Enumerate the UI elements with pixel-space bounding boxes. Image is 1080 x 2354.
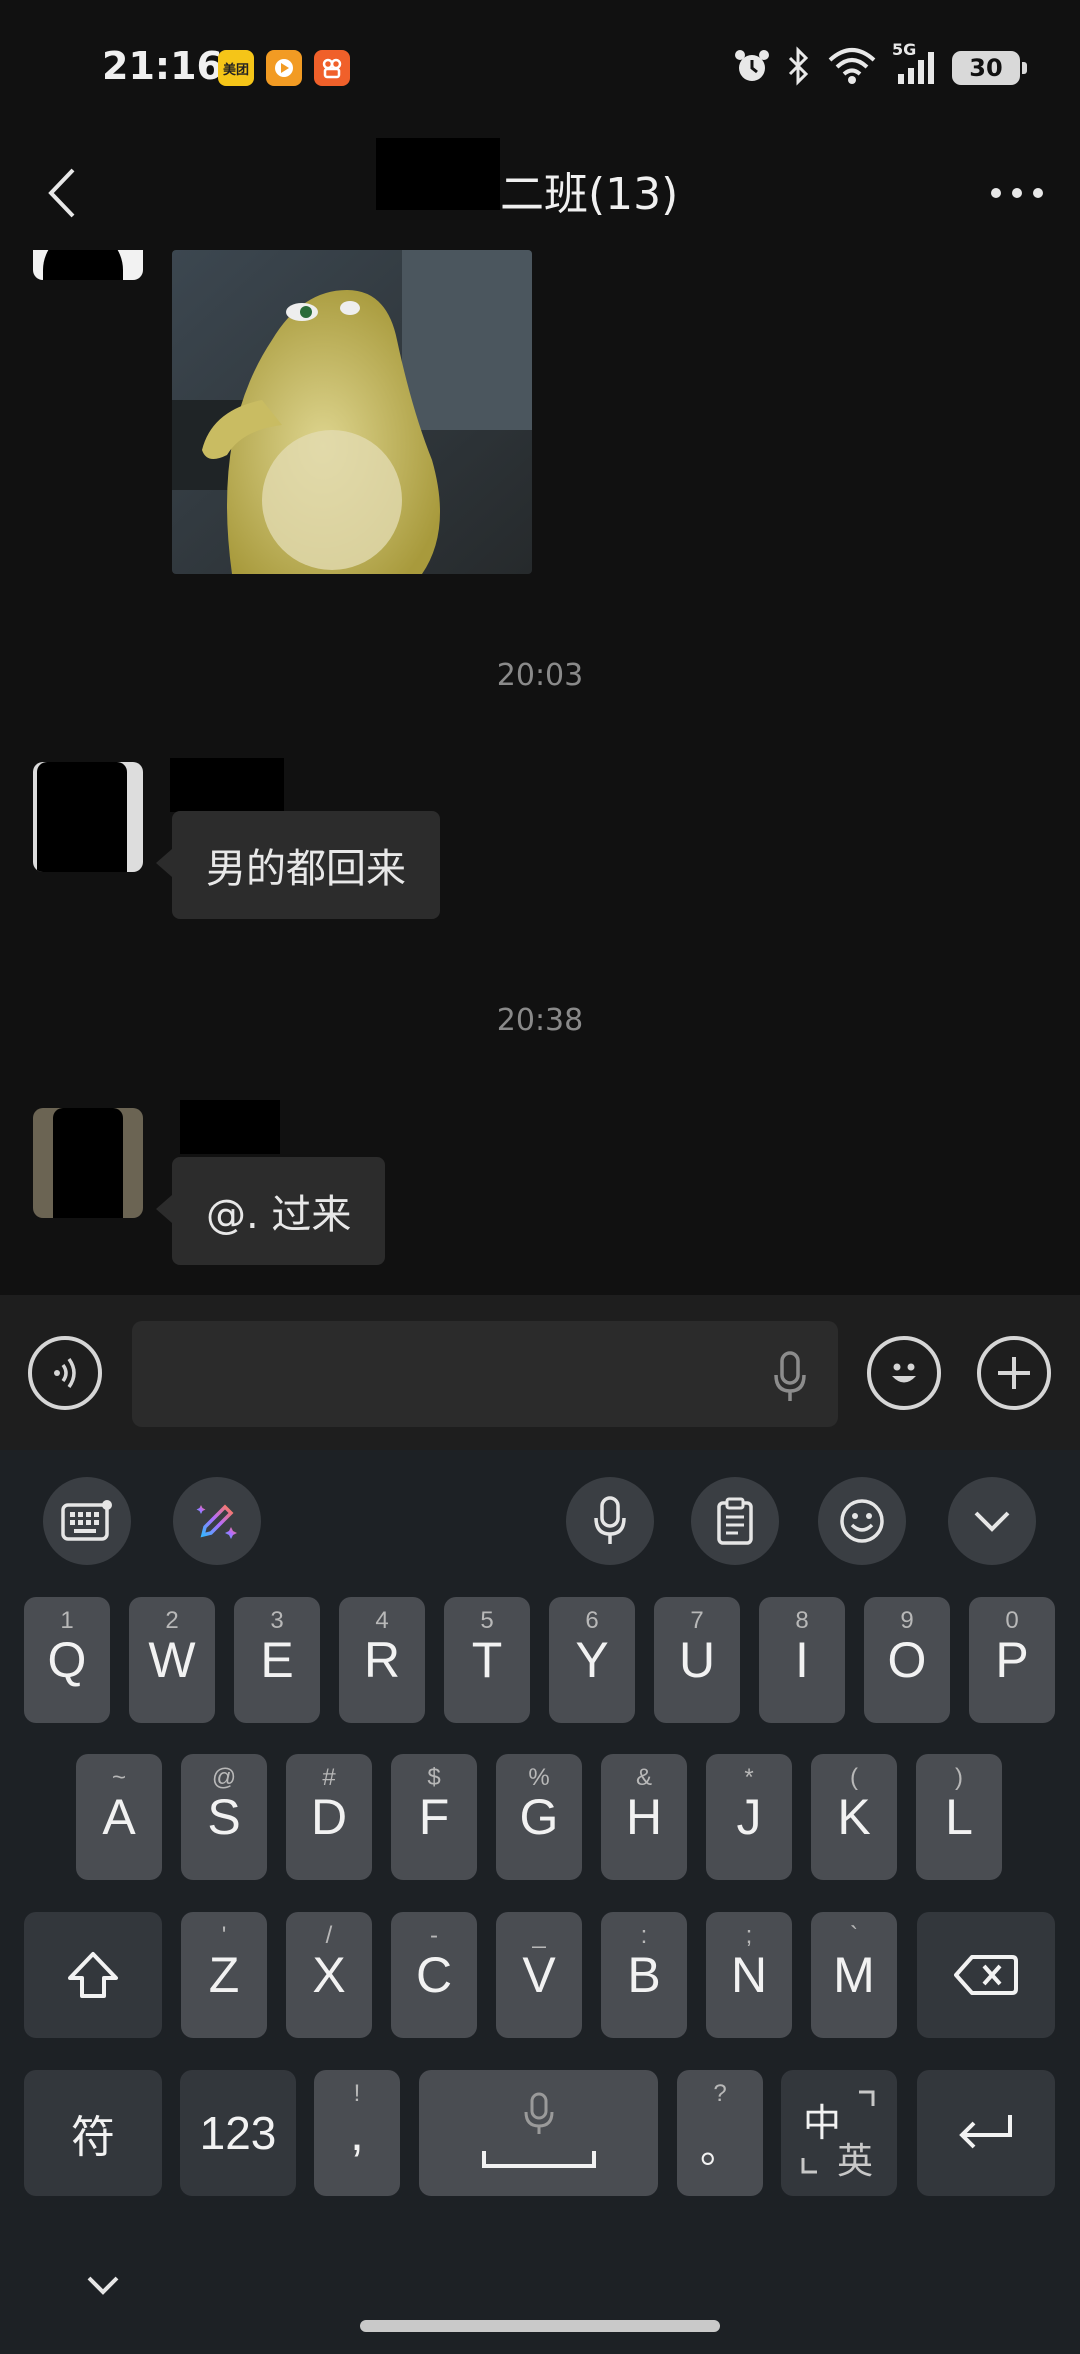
emoji-button[interactable] (867, 1336, 941, 1410)
key-v[interactable]: _ V (496, 1912, 582, 2038)
signal-icon: 5G (892, 40, 938, 90)
redacted-sender-name (170, 758, 284, 812)
status-bar: 21:16 美团 5G 30 (0, 0, 1080, 140)
timestamp: 20:03 (496, 658, 584, 693)
alarm-icon (732, 46, 772, 90)
redacted-sender-name (180, 1100, 280, 1154)
keyboard-switch-button[interactable] (43, 1477, 131, 1565)
hide-keyboard-button[interactable] (78, 2265, 128, 2305)
more-button[interactable] (980, 158, 1054, 228)
key-c[interactable]: -C (391, 1912, 477, 2038)
ai-pen-icon (196, 1504, 237, 1539)
key-z[interactable]: ' Z (181, 1912, 267, 2038)
message-bubble[interactable]: @. 过来 (155, 1157, 386, 1265)
timestamp: 20:38 (496, 1003, 584, 1038)
plus-button[interactable] (977, 1336, 1051, 1410)
space-bar-icon (482, 2151, 596, 2168)
chevron-down-icon (87, 2276, 119, 2295)
avatar[interactable] (33, 762, 143, 872)
microphone-icon (774, 1351, 806, 1401)
key-e[interactable]: 3E (234, 1597, 320, 1723)
message-input[interactable] (132, 1321, 838, 1427)
emoji-icon (892, 1363, 916, 1383)
chat-title: 二班(13) (500, 169, 679, 220)
clipboard-button[interactable] (691, 1477, 779, 1565)
key-q[interactable]: 1Q (24, 1597, 110, 1723)
key-t[interactable]: 5T (444, 1597, 530, 1723)
key-b[interactable]: :B (601, 1912, 687, 2038)
key-k[interactable]: (K (811, 1754, 897, 1880)
more-dots-icon (991, 188, 1043, 198)
key-s[interactable]: @ S (181, 1754, 267, 1880)
key-w[interactable]: 2W (129, 1597, 215, 1723)
comma-key[interactable]: ! , (314, 2070, 400, 2196)
status-time: 21:16 (102, 44, 223, 88)
backspace-icon (954, 1955, 1018, 1995)
key-f[interactable]: $ F (391, 1754, 477, 1880)
key-l[interactable]: ) L (916, 1754, 1002, 1880)
battery-indicator: 30 (952, 51, 1027, 85)
status-icons: 5G 30 (732, 40, 1027, 90)
clipboard-icon (717, 1497, 753, 1545)
microphone-icon (594, 1496, 626, 1544)
space-key[interactable] (419, 2070, 658, 2196)
key-p[interactable]: 0P (969, 1597, 1055, 1723)
kuaishou-app-icon (314, 50, 350, 86)
key-m[interactable]: ` M (811, 1912, 897, 2038)
gesture-nav-bar[interactable] (360, 2320, 720, 2332)
symbols-key[interactable]: 符 (24, 2070, 162, 2196)
message-list[interactable]: 20:03 男的都回来 20:38 @. 过来 (0, 250, 1080, 1295)
bluetooth-icon (786, 46, 812, 90)
backspace-key[interactable] (917, 1912, 1055, 2038)
message-bubble[interactable]: 男的都回来 (156, 811, 440, 919)
key-r[interactable]: 4R (339, 1597, 425, 1723)
wifi-icon (826, 46, 878, 90)
language-corner-icon (801, 2090, 875, 2174)
keyboard-emoji-button[interactable] (818, 1477, 906, 1565)
language-switch-key[interactable]: 中 英 (781, 2070, 897, 2196)
avatar[interactable] (33, 1108, 143, 1218)
key-h[interactable]: & H (601, 1754, 687, 1880)
key-g[interactable]: % G (496, 1754, 582, 1880)
input-mic-button[interactable] (760, 1347, 820, 1407)
enter-icon (959, 2115, 1012, 2149)
shift-icon (68, 1952, 118, 1998)
chevron-left-icon (48, 168, 75, 218)
key-i[interactable]: 8I (759, 1597, 845, 1723)
voice-mode-button[interactable] (28, 1336, 102, 1410)
period-key[interactable]: ? 。 (677, 2070, 763, 2196)
input-bar (0, 1295, 1080, 1450)
avatar[interactable] (33, 250, 143, 280)
key-u[interactable]: 7U (654, 1597, 740, 1723)
voice-input-button[interactable] (566, 1477, 654, 1565)
numbers-key[interactable]: 123 (180, 2070, 296, 2196)
space-mic-icon (524, 2092, 554, 2134)
hide-toolbar-button[interactable] (948, 1477, 1036, 1565)
key-d[interactable]: # D (286, 1754, 372, 1880)
video-app-icon (266, 50, 302, 86)
emoji-icon (840, 1499, 884, 1543)
enter-key[interactable] (917, 2070, 1055, 2196)
key-y[interactable]: 6Y (549, 1597, 635, 1723)
key-x[interactable]: / X (286, 1912, 372, 2038)
key-o[interactable]: 9O (864, 1597, 950, 1723)
key-j[interactable]: * J (706, 1754, 792, 1880)
voice-mode-icon (54, 1357, 76, 1389)
redacted-title-part (376, 138, 500, 210)
soft-keyboard: 1Q2W3E4R5T6Y7U8I9O0P ~ A @ S # D $ F% G & H * J(K) L … (0, 1450, 1080, 2354)
back-button[interactable] (28, 158, 98, 228)
key-a[interactable]: ~ A (76, 1754, 162, 1880)
meituan-app-icon: 美团 (218, 50, 254, 86)
keyboard-switch-icon (61, 1500, 112, 1541)
key-n[interactable]: ; N (706, 1912, 792, 2038)
shift-key[interactable] (24, 1912, 162, 2038)
chevron-down-icon (974, 1511, 1010, 1532)
sticker-image[interactable] (172, 250, 532, 574)
ai-writing-button[interactable] (173, 1477, 261, 1565)
plus-icon (998, 1357, 1030, 1389)
